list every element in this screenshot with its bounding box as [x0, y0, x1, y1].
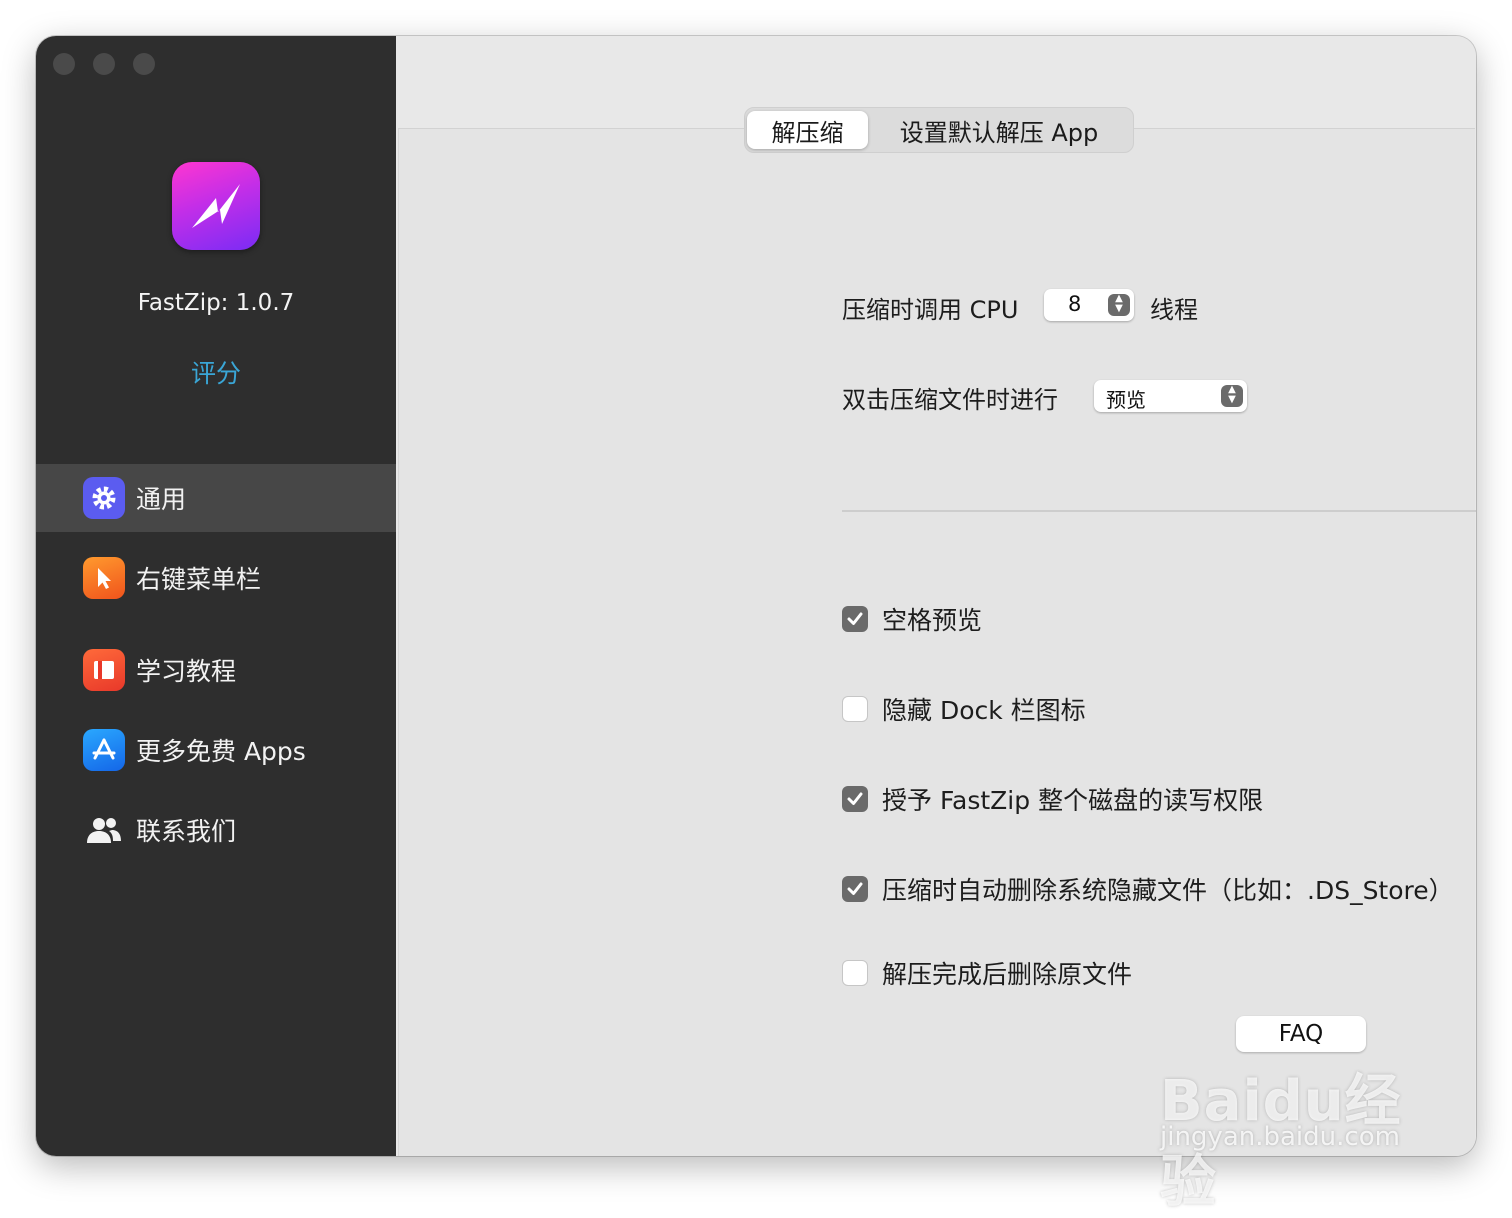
main-content: 解压缩 设置默认解压 App 压缩时调用 CPU 8 ▲ ▼ 线程 双击压缩文件时… [396, 36, 1476, 1156]
cursor-icon [83, 557, 125, 599]
cpu-threads-label: 压缩时调用 CPU [842, 296, 1019, 324]
window-controls [53, 53, 155, 75]
sidebar-item-label: 学习教程 [136, 657, 237, 686]
double-click-action-select[interactable]: 预览 ▲ ▼ [1094, 380, 1247, 412]
sidebar-item-tutorial[interactable]: 学习教程 [36, 636, 396, 704]
sidebar-item-label: 更多免费 Apps [136, 737, 306, 766]
checkbox-label: 空格预览 [882, 606, 983, 635]
app-version: FastZip: 1.0.7 [137, 290, 295, 316]
tab-segmented-control: 解压缩 设置默认解压 App [744, 107, 1134, 153]
cpu-threads-unit: 线程 [1150, 296, 1198, 324]
tab-default-app[interactable]: 设置默认解压 App [868, 111, 1130, 149]
zoom-window-button[interactable] [133, 53, 155, 75]
sidebar-item-label: 右键菜单栏 [136, 565, 262, 594]
rate-link[interactable]: 评分 [36, 354, 396, 390]
checkbox-checked[interactable] [842, 786, 868, 812]
app-window: FastZip: 1.0.7 评分 通用 右键菜单栏 学习教程 更多免费 App… [36, 36, 1476, 1156]
checkbox-unchecked[interactable] [842, 960, 868, 986]
gear-icon [83, 477, 125, 519]
people-icon [83, 809, 125, 851]
sidebar-item-contact[interactable]: 联系我们 [36, 796, 396, 864]
checkbox-checked[interactable] [842, 606, 868, 632]
checkbox-row-delete-original[interactable]: 解压完成后删除原文件 [842, 958, 1133, 989]
checkbox-label: 解压完成后删除原文件 [882, 960, 1133, 989]
double-click-label: 双击压缩文件时进行 [842, 386, 1058, 414]
checkbox-row-full-disk-access[interactable]: 授予 FastZip 整个磁盘的读写权限 [842, 784, 1264, 815]
faq-button[interactable]: FAQ [1236, 1016, 1366, 1052]
close-window-button[interactable] [53, 53, 75, 75]
section-divider [842, 510, 1476, 512]
cpu-threads-stepper[interactable]: 8 ▲ ▼ [1044, 289, 1134, 321]
checkbox-label: 授予 FastZip 整个磁盘的读写权限 [882, 786, 1264, 815]
app-store-icon [83, 729, 125, 771]
settings-panel [398, 128, 1475, 1156]
minimize-window-button[interactable] [93, 53, 115, 75]
sidebar-item-more-apps[interactable]: 更多免费 Apps [36, 716, 396, 784]
sidebar-item-context-menu[interactable]: 右键菜单栏 [36, 544, 396, 612]
checkbox-row-space-preview[interactable]: 空格预览 [842, 604, 983, 635]
checkbox-row-hide-dock-icon[interactable]: 隐藏 Dock 栏图标 [842, 694, 1086, 725]
cpu-threads-value: 8 [1068, 292, 1082, 316]
sidebar-item-label: 通用 [136, 485, 187, 514]
chevron-up-down-icon[interactable]: ▲ ▼ [1108, 294, 1130, 316]
double-click-action-value: 预览 [1106, 388, 1146, 412]
chevron-up-down-icon[interactable]: ▲ ▼ [1221, 385, 1243, 407]
sidebar: FastZip: 1.0.7 评分 通用 右键菜单栏 学习教程 更多免费 App… [36, 36, 396, 1156]
sidebar-item-general[interactable]: 通用 [36, 464, 396, 532]
sidebar-item-label: 联系我们 [136, 817, 237, 846]
fastzip-app-icon [172, 162, 260, 250]
checkbox-label: 隐藏 Dock 栏图标 [882, 696, 1086, 725]
checkbox-row-delete-hidden-files[interactable]: 压缩时自动删除系统隐藏文件（比如：.DS_Store） [842, 874, 1454, 905]
checkbox-unchecked[interactable] [842, 696, 868, 722]
tab-decompress[interactable]: 解压缩 [747, 111, 868, 149]
checkbox-checked[interactable] [842, 876, 868, 902]
book-icon [83, 649, 125, 691]
checkbox-label: 压缩时自动删除系统隐藏文件（比如：.DS_Store） [882, 876, 1454, 905]
